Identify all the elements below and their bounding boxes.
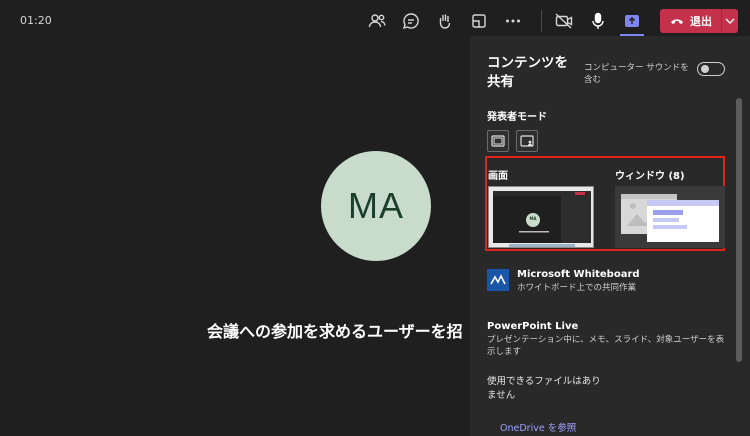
leave-dropdown[interactable] <box>721 18 738 24</box>
rooms-icon[interactable] <box>468 10 490 32</box>
window-label: ウィンドウ (8) <box>615 171 685 182</box>
screen-preview <box>489 187 593 247</box>
share-tray-icon <box>621 10 643 32</box>
no-files-message: 使用できるファイルはありません <box>487 376 601 401</box>
phone-hangup-icon <box>671 19 683 24</box>
share-button[interactable] <box>620 8 644 36</box>
leave-control: 退出 <box>660 9 738 33</box>
whiteboard-title[interactable]: Microsoft Whiteboard <box>517 269 640 280</box>
panel-title: コンテンツを共有 <box>487 55 568 90</box>
meeting-timer: 01:20 <box>20 14 52 27</box>
presenter-mode-label: 発表者モード <box>487 112 547 123</box>
computer-sound-toggle[interactable] <box>697 62 725 76</box>
screen-preview-initials: MA <box>529 216 537 221</box>
content-only-icon <box>491 135 505 147</box>
chevron-down-icon <box>725 18 735 24</box>
onedrive-link[interactable]: OneDrive を参照 <box>500 423 660 435</box>
more-icon[interactable] <box>502 10 524 32</box>
presenter-mode-content-only[interactable] <box>487 130 509 152</box>
whiteboard-glyph <box>490 274 506 285</box>
share-content-panel: コンテンツを共有 コンピューター サウンドを含む 発表者モード 画面 ウィンドウ… <box>470 36 750 436</box>
screen-thumbnail[interactable]: MA <box>488 186 594 248</box>
participant-avatar: MA <box>321 151 431 261</box>
leave-button[interactable]: 退出 <box>660 9 721 33</box>
microphone-icon[interactable] <box>587 10 609 32</box>
computer-sound-label: コンピューター サウンドを含む <box>584 63 689 85</box>
reactions-icon[interactable] <box>434 10 456 32</box>
presenter-mode-standout[interactable] <box>516 130 538 152</box>
screen-label: 画面 <box>488 171 508 182</box>
window-preview-illustration <box>621 194 719 242</box>
people-icon[interactable] <box>366 10 388 32</box>
whiteboard-icon[interactable] <box>487 269 509 291</box>
powerpoint-live-title[interactable]: PowerPoint Live <box>487 321 578 332</box>
panel-scrollbar[interactable] <box>736 98 742 362</box>
toolbar-divider <box>541 10 542 32</box>
camera-off-icon[interactable] <box>553 10 575 32</box>
window-thumbnail[interactable] <box>615 186 725 248</box>
powerpoint-live-subtitle: プレゼンテーション中に、メモ、スライド、対象ユーザーを表示します <box>487 335 725 357</box>
chat-icon[interactable] <box>400 10 422 32</box>
standout-icon <box>520 135 534 147</box>
waiting-message: 会議への参加を求めるユーザーを招 <box>207 322 463 341</box>
leave-label: 退出 <box>690 15 712 28</box>
whiteboard-subtitle: ホワイトボード上での共同作業 <box>517 283 637 293</box>
toggle-knob <box>701 65 709 73</box>
